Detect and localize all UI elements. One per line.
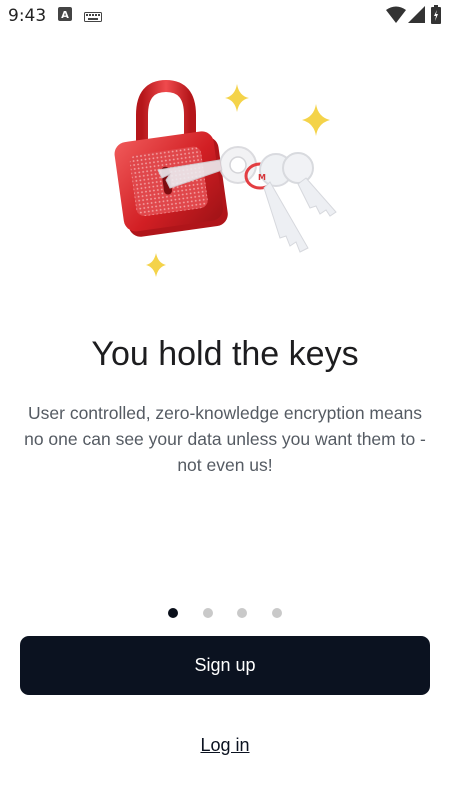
onboarding-title: You hold the keys (91, 335, 359, 373)
sparkle-icon (146, 253, 166, 277)
svg-text:M: M (258, 173, 266, 182)
status-time: 9:43 (8, 6, 47, 26)
svg-text:A: A (61, 10, 69, 21)
battery-icon (431, 5, 441, 29)
a-notification-icon: A (58, 7, 72, 26)
onboarding-description: User controlled, zero-knowledge encrypti… (24, 403, 426, 475)
page-indicator-4[interactable] (271, 608, 282, 618)
signal-icon (408, 6, 425, 29)
pagination-dots (0, 605, 450, 618)
sparkle-icon (302, 104, 330, 136)
padlock-and-keys-icon: M (100, 70, 350, 290)
sparkle-icon (225, 84, 249, 112)
sign-up-button[interactable]: Sign up (20, 636, 430, 695)
log-in-link[interactable]: Log in (0, 735, 450, 756)
status-bar: 9:43 A (0, 0, 450, 32)
keyboard-icon (84, 9, 102, 27)
wifi-icon (386, 6, 406, 29)
page-indicator-2[interactable] (202, 608, 213, 618)
page-indicator-3[interactable] (237, 608, 248, 618)
page-indicator-1-active[interactable] (168, 608, 179, 618)
